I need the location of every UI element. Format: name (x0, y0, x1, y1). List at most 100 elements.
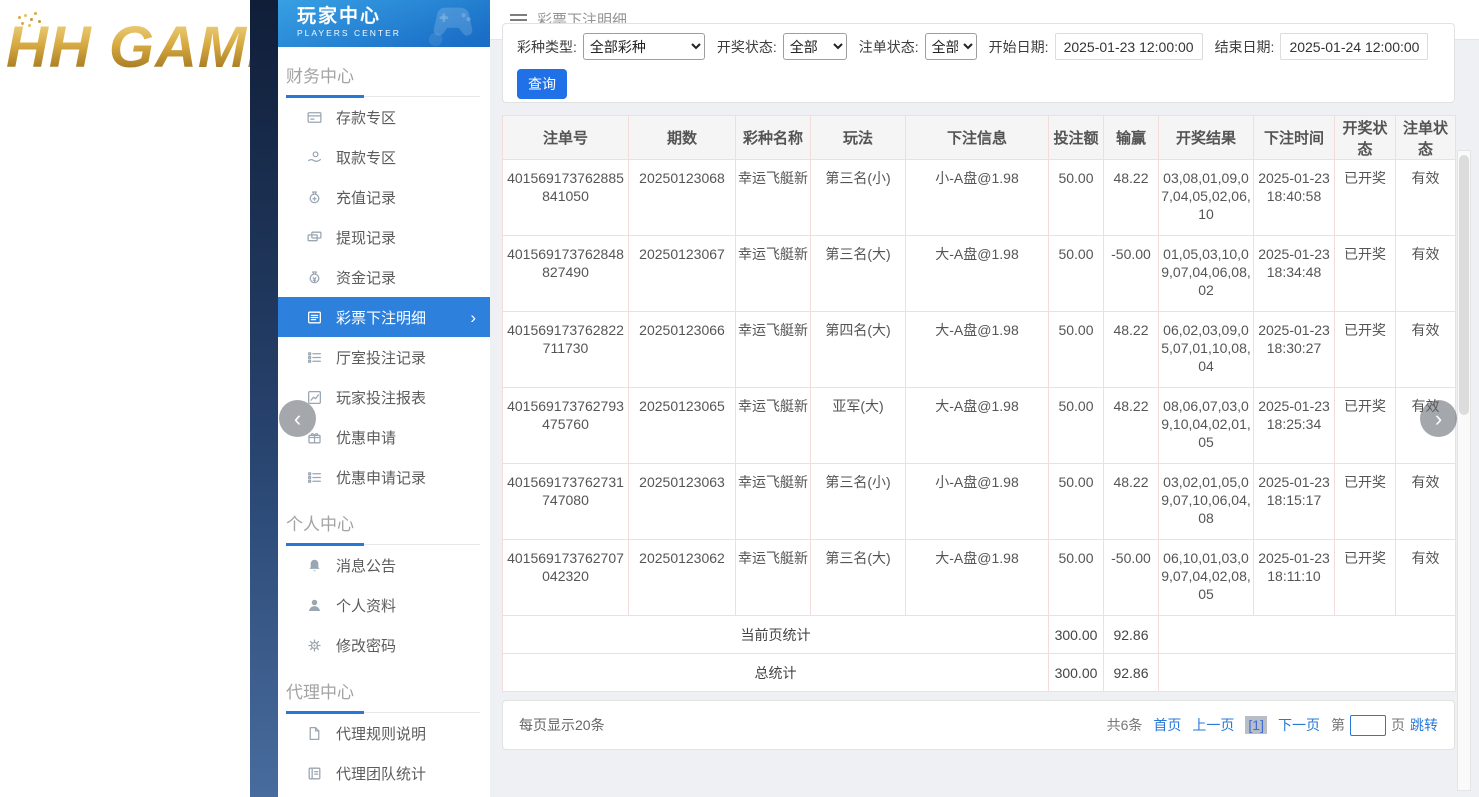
bet-status-select[interactable]: 全部 (925, 33, 977, 60)
table-cell: 已开奖 (1335, 160, 1396, 236)
sidebar-item[interactable]: 资金记录 (278, 257, 490, 297)
promo-record-icon (306, 469, 323, 486)
sidebar-item-label: 充值记录 (336, 187, 396, 208)
table-row: 40156917376282271173020250123066幸运飞艇新第四名… (503, 312, 1456, 388)
table-row: 40156917376284882749020250123067幸运飞艇新第三名… (503, 236, 1456, 312)
table-cell: 401569173762793475760 (503, 388, 629, 464)
app-window: HH GAME 玩家中心 PLAYERS CENTER 财务中心存款专区取款专区… (0, 0, 1479, 797)
sidebar-item[interactable]: 厅室投注记录 (278, 337, 490, 377)
table-cell: 50.00 (1049, 388, 1104, 464)
table-row: 40156917376288584105020250123068幸运飞艇新第三名… (503, 160, 1456, 236)
table-cell: 幸运飞艇新 (736, 540, 811, 616)
table-cell: 401569173762848827490 (503, 236, 629, 312)
search-button[interactable]: 查询 (517, 69, 567, 99)
sidebar-item[interactable]: 代理团队统计 (278, 753, 490, 793)
start-date-label: 开始日期: (989, 37, 1049, 57)
sidebar-item[interactable]: 个人资料 (278, 585, 490, 625)
table-header-cell: 开奖结果 (1159, 116, 1254, 160)
scrollbar-thumb[interactable] (1459, 155, 1469, 415)
jump-action-link[interactable]: 跳转 (1410, 715, 1438, 735)
sidebar-item-label: 提现记录 (336, 227, 396, 248)
sidebar-item[interactable]: 修改密码 (278, 625, 490, 665)
table-cell: 03,02,01,05,09,07,10,06,04,08 (1159, 464, 1254, 540)
table-cell: 2025-01-23 18:30:27 (1254, 312, 1335, 388)
table-cell: 2025-01-23 18:40:58 (1254, 160, 1335, 236)
bet-status-label: 注单状态: (859, 37, 919, 57)
sidebar-item[interactable]: 取款专区 (278, 137, 490, 177)
pagination-bar: 每页显示20条 共6条 首页 上一页 [1] 下一页 第 页 跳转 (502, 700, 1455, 750)
sidebar-item-label: 资金记录 (336, 267, 396, 288)
hall-record-icon (306, 349, 323, 366)
logo-panel: HH GAME (0, 0, 250, 797)
collapse-left-arrow-button[interactable]: ‹ (279, 400, 316, 437)
filter-panel: 彩种类型: 全部彩种 开奖状态: 全部 注单状态: 全部 开始日期: 结束日期:… (502, 23, 1455, 103)
sidebar-section-title: 代理中心 (286, 678, 480, 713)
sidebar-item[interactable]: 存款专区 (278, 97, 490, 137)
sidebar-item[interactable]: 彩票下注明细 › (278, 297, 490, 337)
page-size-text: 每页显示20条 (519, 715, 605, 735)
sidebar-item-label: 代理团队统计 (336, 763, 426, 784)
draw-status-label: 开奖状态: (717, 37, 777, 57)
table-cell: 大-A盘@1.98 (906, 236, 1049, 312)
prev-page-link[interactable]: 上一页 (1192, 715, 1234, 735)
table-cell: 幸运飞艇新 (736, 388, 811, 464)
bell-icon (306, 557, 323, 574)
table-cell: 2025-01-23 18:25:34 (1254, 388, 1335, 464)
next-page-link[interactable]: 下一页 (1278, 715, 1320, 735)
sidebar-item-label: 厅室投注记录 (336, 347, 426, 368)
chevron-right-icon: › (470, 309, 476, 326)
vertical-scrollbar[interactable] (1457, 150, 1471, 791)
sidebar-item[interactable]: 提现记录 (278, 217, 490, 257)
bet-table: 注单号期数彩种名称玩法下注信息投注额输赢开奖结果下注时间开奖状态注单状态4015… (502, 115, 1456, 692)
table-cell: 幸运飞艇新 (736, 464, 811, 540)
table-cell: 50.00 (1049, 464, 1104, 540)
table-header-cell: 下注时间 (1254, 116, 1335, 160)
sidebar-item-label: 修改密码 (336, 635, 396, 656)
sidebar-item[interactable]: 代理规则说明 (278, 713, 490, 753)
lottery-type-select[interactable]: 全部彩种 (583, 33, 705, 60)
table-cell: 50.00 (1049, 540, 1104, 616)
table-cell: 20250123067 (629, 236, 736, 312)
table-cell: 已开奖 (1335, 540, 1396, 616)
table-cell: 50.00 (1049, 236, 1104, 312)
table-header-cell: 输赢 (1104, 116, 1159, 160)
end-date-input[interactable] (1280, 33, 1428, 60)
start-date-input[interactable] (1055, 33, 1203, 60)
table-cell: 大-A盘@1.98 (906, 540, 1049, 616)
sidebar-item[interactable]: 充值记录 (278, 177, 490, 217)
table-cell: 第三名(小) (811, 160, 906, 236)
sidebar-item-label: 玩家投注报表 (336, 387, 426, 408)
summary-bet-total: 300.00 (1049, 616, 1104, 654)
jump-page-input[interactable] (1350, 715, 1386, 736)
stats-icon (306, 765, 323, 782)
lottery-type-label: 彩种类型: (517, 37, 577, 57)
sidebar-section-title: 个人中心 (286, 510, 480, 545)
table-cell: 有效 (1396, 160, 1456, 236)
table-cell: 第三名(大) (811, 236, 906, 312)
table-row: 40156917376273174708020250123063幸运飞艇新第三名… (503, 464, 1456, 540)
table-cell: 小-A盘@1.98 (906, 160, 1049, 236)
table-cell: 48.22 (1104, 312, 1159, 388)
sidebar-item-label: 优惠申请 (336, 427, 396, 448)
summary-row: 总统计300.0092.86 (503, 654, 1456, 692)
sidebar-item-label: 彩票下注明细 (336, 307, 426, 328)
table-header-cell: 期数 (629, 116, 736, 160)
table-cell: 幸运飞艇新 (736, 160, 811, 236)
bet-detail-icon (306, 309, 323, 326)
summary-empty-cell (1159, 654, 1456, 692)
table-cell: 大-A盘@1.98 (906, 388, 1049, 464)
first-page-link[interactable]: 首页 (1153, 715, 1181, 735)
deposit-icon (306, 109, 323, 126)
expand-right-arrow-button[interactable]: › (1420, 400, 1457, 437)
table-cell: 亚军(大) (811, 388, 906, 464)
draw-status-select[interactable]: 全部 (783, 33, 847, 60)
summary-row: 当前页统计300.0092.86 (503, 616, 1456, 654)
sidebar-item[interactable]: 优惠申请记录 (278, 457, 490, 497)
sidebar-item[interactable]: 消息公告 (278, 545, 490, 585)
sidebar-item-label: 优惠申请记录 (336, 467, 426, 488)
total-count-text: 共6条 (1107, 715, 1143, 735)
background-strip (250, 0, 278, 797)
sidebar-item-label: 存款专区 (336, 107, 396, 128)
table-cell: 20250123065 (629, 388, 736, 464)
table-cell: 大-A盘@1.98 (906, 312, 1049, 388)
